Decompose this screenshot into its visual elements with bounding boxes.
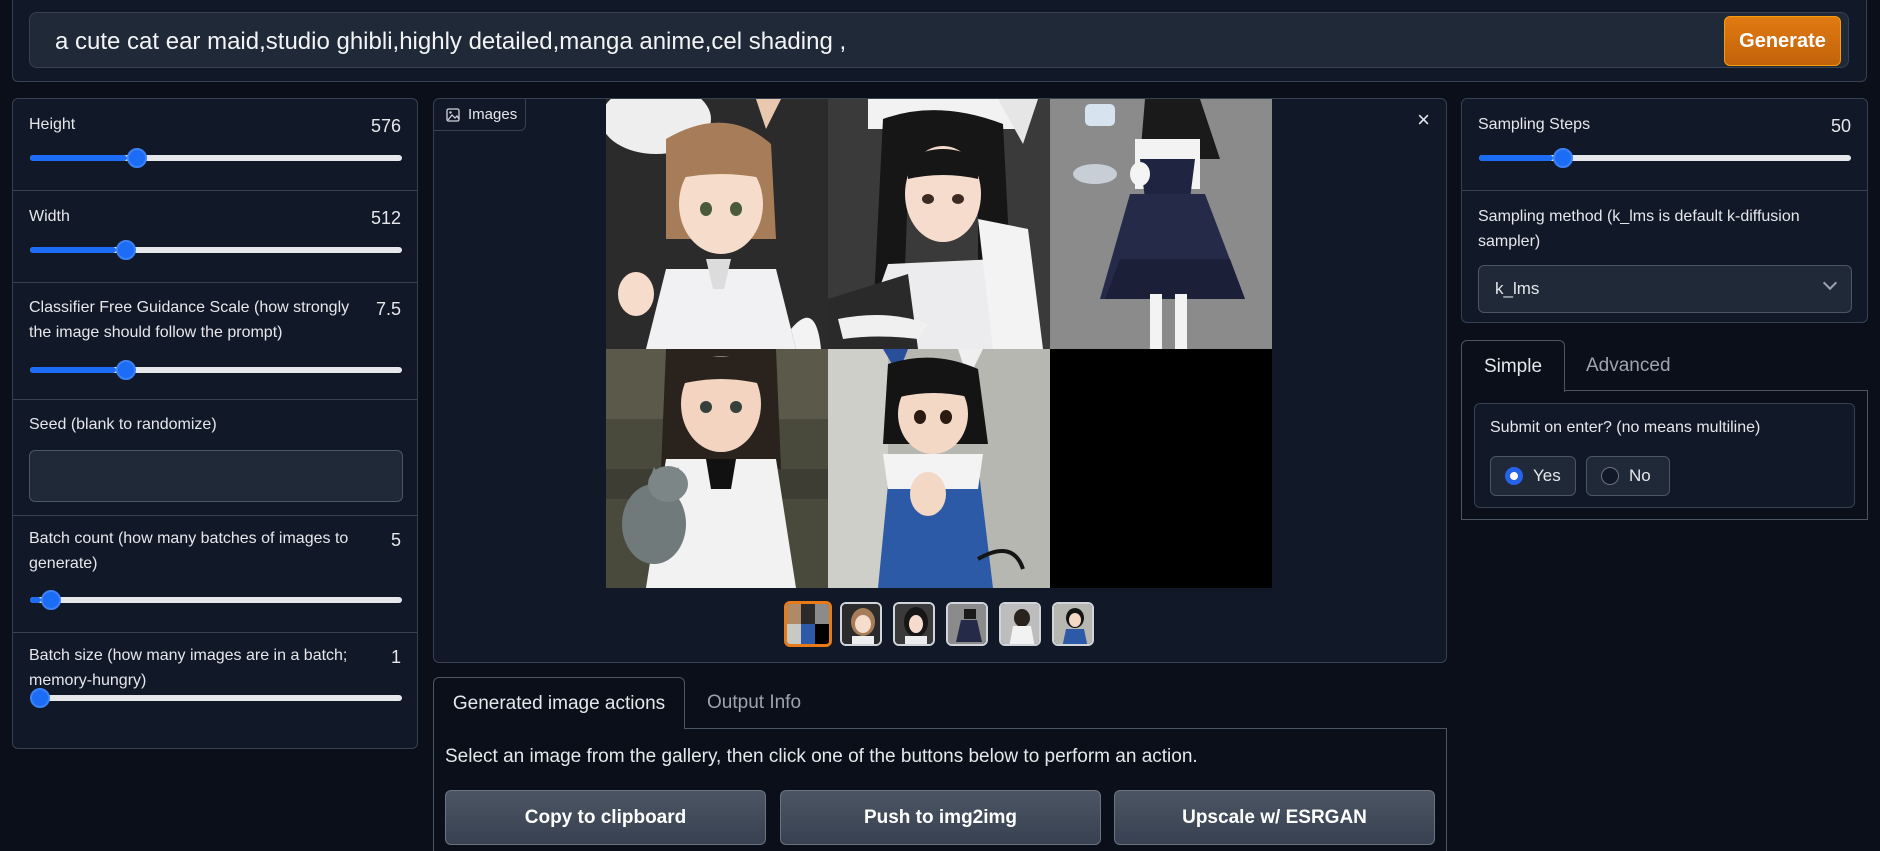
sampling-method-select[interactable]: k_lms <box>1478 265 1852 313</box>
thumbnail-grid[interactable] <box>784 601 832 647</box>
sampling-steps-label: Sampling Steps <box>1478 116 1591 133</box>
batch-size-slider-thumb[interactable] <box>30 688 50 708</box>
thumbnail-2[interactable] <box>893 602 935 646</box>
sampling-steps-value[interactable]: 50 <box>1831 116 1851 137</box>
batch-count-slider[interactable] <box>30 590 402 610</box>
image-icon <box>446 107 460 122</box>
batch-size-block: Batch size (how many images are in a bat… <box>13 633 417 750</box>
batch-count-slider-thumb[interactable] <box>41 590 62 610</box>
images-label: Images <box>434 99 526 131</box>
sampling-steps-slider-thumb[interactable] <box>1553 148 1574 168</box>
height-label: Height <box>29 116 76 133</box>
thumbnail-3[interactable] <box>946 602 988 646</box>
thumbnail-4-image <box>1001 604 1039 644</box>
cfg-slider-thumb[interactable] <box>115 360 136 380</box>
cfg-slider-block: Classifier Free Guidance Scale (how stro… <box>13 283 417 400</box>
maid-portrait-5 <box>828 349 1050 588</box>
batch-count-block: Batch count (how many batches of images … <box>13 516 417 633</box>
tab-simple[interactable]: Simple <box>1461 340 1565 392</box>
cfg-label: Classifier Free Guidance Scale (how stro… <box>29 299 350 341</box>
maid-portrait-1 <box>606 99 828 349</box>
prompt-bar: a cute cat ear maid,studio ghibli,highly… <box>12 0 1867 82</box>
width-slider-block: Width 512 <box>13 191 417 283</box>
batch-size-value[interactable]: 1 <box>391 647 401 668</box>
upscale-esrgan-button[interactable]: Upscale w/ ESRGAN <box>1114 790 1435 845</box>
grid-image-6[interactable] <box>1050 349 1272 588</box>
sampling-steps-slider[interactable] <box>1479 148 1851 168</box>
thumbnail-1-image <box>842 604 880 644</box>
grid-image-2[interactable] <box>828 99 1050 349</box>
batch-count-label: Batch count (how many batches of images … <box>29 530 349 572</box>
close-icon[interactable]: × <box>1417 107 1430 133</box>
sampling-method-label: Sampling method (k_lms is default k-diff… <box>1478 208 1800 250</box>
actions-area: Generated image actions Output Info Sele… <box>433 677 1447 851</box>
sampling-method-value: k_lms <box>1495 279 1540 298</box>
seed-label: Seed (blank to randomize) <box>29 416 217 433</box>
thumbnail-3-image <box>948 604 986 644</box>
grid-image-5[interactable] <box>828 349 1050 588</box>
height-value[interactable]: 576 <box>371 116 401 137</box>
radio-unchecked-icon <box>1601 467 1619 485</box>
width-slider-thumb[interactable] <box>115 240 136 260</box>
parameters-panel: Height 576 Width 512 Classifier Free Gui… <box>12 98 418 749</box>
actions-hint: Select an image from the gallery, then c… <box>445 746 1198 767</box>
height-slider-thumb[interactable] <box>126 148 147 168</box>
height-slider[interactable] <box>30 148 402 168</box>
radio-yes-label: Yes <box>1533 466 1561 485</box>
height-slider-block: Height 576 <box>13 99 417 191</box>
width-slider[interactable] <box>30 240 402 260</box>
tab-generated-image-actions[interactable]: Generated image actions <box>433 677 685 729</box>
thumbnail-1[interactable] <box>840 602 882 646</box>
cfg-slider[interactable] <box>30 360 402 380</box>
width-label: Width <box>29 208 70 225</box>
cfg-slider-fill <box>30 367 116 373</box>
grid-image-4[interactable] <box>606 349 828 588</box>
prompt-input[interactable]: a cute cat ear maid,studio ghibli,highly… <box>29 12 1849 68</box>
submit-on-enter-label: Submit on enter? (no means multiline) <box>1490 419 1761 436</box>
generate-button[interactable]: Generate <box>1724 16 1841 66</box>
radio-checked-icon <box>1505 467 1523 485</box>
cfg-value[interactable]: 7.5 <box>376 299 401 320</box>
width-slider-fill <box>30 247 116 253</box>
prompt-text[interactable]: a cute cat ear maid,studio ghibli,highly… <box>55 28 846 56</box>
radio-no-label: No <box>1629 466 1651 485</box>
radio-yes[interactable]: Yes <box>1490 456 1576 496</box>
sampling-steps-block: Sampling Steps 50 <box>1462 99 1867 191</box>
submit-on-enter-group: Submit on enter? (no means multiline) Ye… <box>1474 403 1855 508</box>
push-to-img2img-button[interactable]: Push to img2img <box>780 790 1101 845</box>
tab-advanced[interactable]: Advanced <box>1586 340 1726 392</box>
thumbnail-2-image <box>895 604 933 644</box>
copy-to-clipboard-button[interactable]: Copy to clipboard <box>445 790 766 845</box>
sampling-panel: Sampling Steps 50 Sampling method (k_lms… <box>1461 98 1868 323</box>
width-value[interactable]: 512 <box>371 208 401 229</box>
sampling-steps-slider-fill <box>1479 155 1554 161</box>
batch-count-value[interactable]: 5 <box>391 530 401 551</box>
thumbnail-grid-image <box>787 604 829 644</box>
chevron-down-icon <box>1822 275 1838 291</box>
image-gallery: Images × <box>433 98 1447 663</box>
thumbnail-5-image <box>1054 604 1092 644</box>
tab-output-info[interactable]: Output Info <box>707 677 837 729</box>
maid-portrait-2 <box>828 99 1050 349</box>
thumbnail-4[interactable] <box>999 602 1041 646</box>
maid-portrait-3 <box>1050 99 1272 349</box>
batch-size-label: Batch size (how many images are in a bat… <box>29 647 348 689</box>
grid-image-3[interactable] <box>1050 99 1272 349</box>
images-label-text: Images <box>468 106 518 123</box>
grid-image-1[interactable] <box>606 99 828 349</box>
seed-input[interactable] <box>29 450 403 502</box>
actions-body: Select an image from the gallery, then c… <box>433 728 1447 851</box>
submit-options-area: Simple Advanced Submit on enter? (no mea… <box>1461 340 1868 520</box>
height-slider-fill <box>30 155 127 161</box>
radio-no[interactable]: No <box>1586 456 1670 496</box>
image-grid[interactable] <box>606 99 1272 588</box>
batch-size-slider[interactable] <box>30 688 402 708</box>
thumbnail-5[interactable] <box>1052 602 1094 646</box>
batch-count-slider-fill <box>30 597 42 603</box>
simple-tab-body: Submit on enter? (no means multiline) Ye… <box>1461 390 1868 520</box>
maid-portrait-4 <box>606 349 828 588</box>
